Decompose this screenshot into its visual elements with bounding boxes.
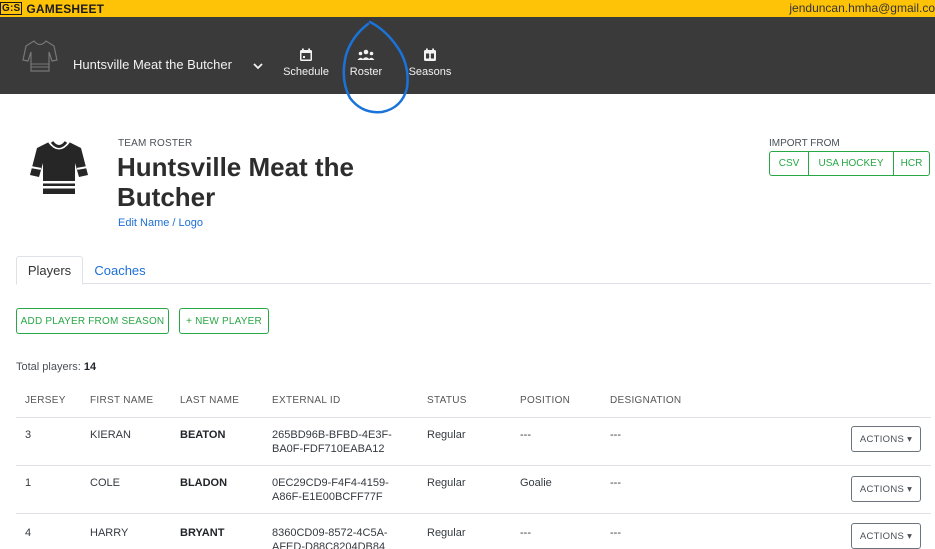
nav-roster[interactable]: Roster [336, 48, 396, 78]
cell-designation: --- [610, 477, 621, 489]
import-usa-hockey-button[interactable]: USA HOCKEY [808, 151, 894, 176]
cell-first-name: KIERAN [90, 429, 131, 441]
total-players-label: Total players: [16, 361, 84, 373]
chevron-down-icon[interactable] [252, 60, 264, 72]
row-divider [16, 465, 931, 466]
cell-status: Regular [427, 527, 466, 539]
nav-schedule[interactable]: Schedule [276, 48, 336, 78]
people-icon [357, 49, 375, 60]
cell-last-name: BRYANT [180, 527, 225, 539]
cell-designation: --- [610, 429, 621, 441]
team-selector[interactable]: Huntsville Meat the Butcher [73, 57, 232, 72]
cell-jersey: 1 [25, 477, 32, 489]
edit-name-logo-link[interactable]: Edit Name / Logo [118, 217, 203, 229]
actions-dropdown-button[interactable]: ACTIONS ▾ [851, 523, 921, 549]
user-email[interactable]: jenduncan.hmha@gmail.co [789, 1, 935, 15]
actions-dropdown-button[interactable]: ACTIONS ▾ [851, 476, 921, 502]
cell-first-name: HARRY [90, 527, 129, 539]
page-title: Huntsville Meat the Butcher [117, 152, 354, 212]
total-players: Total players: 14 [16, 361, 96, 373]
table-header-divider [16, 417, 931, 418]
cell-first-name: COLE [90, 477, 120, 489]
column-header-first-name[interactable]: FIRST NAME [90, 395, 153, 406]
top-bar: G:S GAMESHEET jenduncan.hmha@gmail.co [0, 0, 935, 17]
cell-external-id-line2: A86F-E1E00BCFF77F [272, 491, 383, 503]
column-header-last-name[interactable]: LAST NAME [180, 395, 239, 406]
calendar-icon [300, 48, 312, 61]
nav-schedule-label: Schedule [283, 66, 329, 78]
nav-seasons[interactable]: Seasons [400, 48, 460, 78]
page-eyebrow: TEAM ROSTER [118, 138, 193, 149]
cell-external-id-line2: AFED-D88C8204DB84 [272, 541, 386, 549]
import-hcr-button[interactable]: HCR [893, 151, 930, 176]
roster-tabs: Players Coaches [16, 256, 931, 285]
cell-jersey: 4 [25, 527, 32, 539]
actions-dropdown-button[interactable]: ACTIONS ▾ [851, 426, 921, 452]
team-logo-jersey-icon [30, 141, 88, 194]
tab-players[interactable]: Players [16, 256, 83, 285]
cell-status: Regular [427, 429, 466, 441]
cell-status: Regular [427, 477, 466, 489]
tab-coaches[interactable]: Coaches [85, 256, 155, 284]
cell-external-id-line1: 8360CD09-8572-4C5A- [272, 527, 388, 539]
cell-external-id-line1: 265BD96B-BFBD-4E3F- [272, 429, 392, 441]
logo-text: GAMESHEET [26, 1, 105, 16]
column-header-designation[interactable]: DESIGNATION [610, 395, 681, 406]
cell-position: --- [520, 429, 531, 441]
logo-mark: G:S [0, 2, 23, 15]
add-player-from-season-button[interactable]: ADD PLAYER FROM SEASON [16, 308, 169, 334]
column-header-external-id[interactable]: EXTERNAL ID [272, 395, 341, 406]
team-jersey-icon [22, 40, 58, 72]
nav-roster-label: Roster [349, 66, 383, 78]
cell-last-name: BEATON [180, 429, 226, 441]
column-header-position[interactable]: POSITION [520, 395, 570, 406]
row-divider [16, 513, 931, 514]
gamesheet-logo[interactable]: G:S GAMESHEET [0, 1, 104, 16]
cell-position: --- [520, 527, 531, 539]
column-header-status[interactable]: STATUS [427, 395, 467, 406]
main-navbar [0, 17, 935, 94]
import-button-group: CSV USA HOCKEY HCR [769, 151, 930, 176]
cell-designation: --- [610, 527, 621, 539]
cell-external-id-line1: 0EC29CD9-F4F4-4159- [272, 477, 389, 489]
new-player-button[interactable]: + NEW PLAYER [179, 308, 269, 334]
nav-seasons-label: Seasons [408, 66, 452, 78]
column-header-jersey[interactable]: JERSEY [25, 395, 66, 406]
import-csv-button[interactable]: CSV [769, 151, 809, 176]
cell-position: Goalie [520, 477, 552, 489]
scoreboard-icon [424, 48, 436, 61]
cell-last-name: BLADON [180, 477, 228, 489]
import-from-label: IMPORT FROM [769, 138, 840, 149]
cell-jersey: 3 [25, 429, 32, 441]
cell-external-id-line2: BA0F-FDF710EABA12 [272, 443, 385, 455]
total-players-count: 14 [83, 361, 97, 373]
